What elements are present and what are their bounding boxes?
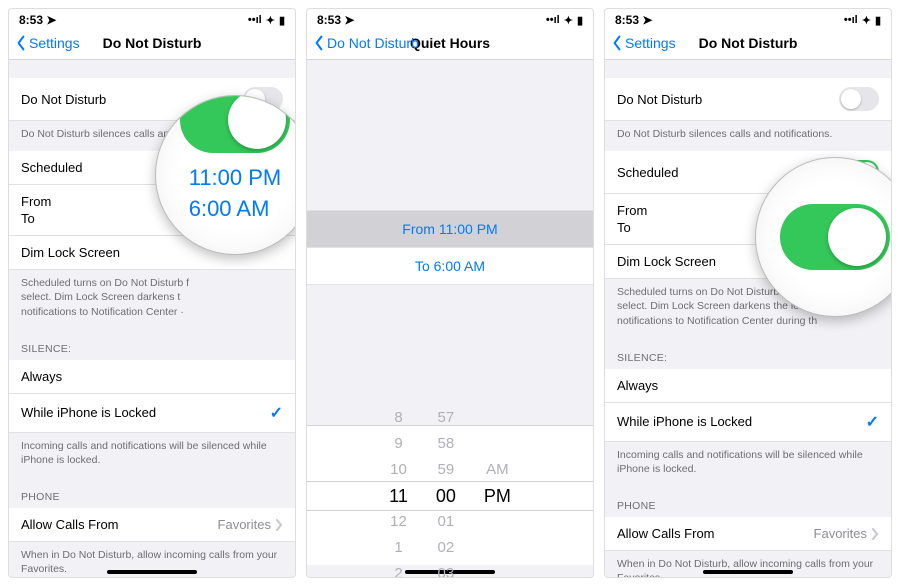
status-bar: 8:53 ➤ ••ıl ✦ ▮ (307, 9, 593, 29)
status-right: ••ıl ✦ ▮ (844, 14, 881, 27)
from-label: From (617, 203, 647, 218)
quiet-hours-to[interactable]: To 6:00 AM (307, 248, 593, 285)
back-button[interactable]: Settings (15, 35, 80, 51)
back-button[interactable]: Do Not Disturb (313, 35, 419, 51)
wifi-icon: ✦ (564, 14, 573, 27)
quiet-hours-from[interactable]: From 11:00 PM (307, 210, 593, 248)
silence-header: SILENCE: (9, 329, 295, 360)
wifi-icon: ✦ (862, 14, 871, 27)
dim-label: Dim Lock Screen (617, 254, 716, 269)
to-label: To (21, 211, 51, 226)
dnd-toggle[interactable] (839, 87, 879, 111)
time-picker[interactable]: 8 9 10 11 12 1 2 57 58 59 00 01 02 03 AM… (307, 425, 593, 565)
while-locked-label: While iPhone is Locked (21, 405, 156, 420)
signal-icon: ••ıl (248, 14, 262, 26)
phone-header: PHONE (9, 477, 295, 508)
scheduled-label: Scheduled (617, 165, 678, 180)
status-time: 8:53 (19, 13, 43, 27)
wifi-icon: ✦ (266, 14, 275, 27)
scheduled-label: Scheduled (21, 160, 82, 175)
dnd-label: Do Not Disturb (21, 92, 106, 107)
silence-header: SILENCE: (605, 338, 891, 369)
battery-icon: ▮ (577, 14, 583, 27)
location-icon: ➤ (46, 13, 56, 27)
back-label: Settings (625, 35, 676, 51)
row-while-locked[interactable]: While iPhone is Locked ✓ (605, 403, 891, 442)
allow-calls-label: Allow Calls From (617, 526, 715, 541)
home-indicator[interactable] (107, 570, 197, 574)
screen-dnd-2: 8:53 ➤ ••ıl ✦ ▮ Settings Do Not Disturb Do… (604, 8, 892, 578)
big-dim-toggle (780, 204, 890, 270)
big-scheduled-toggle (180, 95, 290, 153)
dnd-label: Do Not Disturb (617, 92, 702, 107)
picker-mins[interactable]: 57 58 59 00 01 02 03 (422, 405, 470, 578)
battery-icon: ▮ (279, 14, 285, 27)
signal-icon: ••ıl (546, 14, 560, 26)
battery-icon: ▮ (875, 14, 881, 27)
row-while-locked[interactable]: While iPhone is Locked ✓ (9, 394, 295, 433)
chevron-left-icon (313, 35, 325, 51)
location-icon: ➤ (642, 13, 652, 27)
back-button[interactable]: Settings (611, 35, 676, 51)
row-dnd-toggle[interactable]: Do Not Disturb (605, 78, 891, 121)
status-time: 8:53 (615, 13, 639, 27)
chevron-left-icon (15, 35, 27, 51)
mag-from-time: 11:00 PM (189, 163, 282, 194)
home-indicator[interactable] (703, 570, 793, 574)
allow-calls-value: Favorites (218, 517, 271, 532)
allow-calls-label: Allow Calls From (21, 517, 119, 532)
allow-calls-value: Favorites (814, 526, 867, 541)
navbar: Settings Do Not Disturb (605, 29, 891, 60)
chevron-left-icon (611, 35, 623, 51)
dim-label: Dim Lock Screen (21, 245, 120, 260)
silence-footer: Incoming calls and notifications will be… (605, 442, 891, 486)
row-allow-calls[interactable]: Allow Calls From Favorites (605, 517, 891, 551)
row-always[interactable]: Always (605, 369, 891, 403)
chevron-right-icon (275, 519, 283, 531)
check-icon: ✓ (270, 403, 283, 423)
status-bar: 8:53 ➤ ••ıl ✦ ▮ (605, 9, 891, 29)
phone-header: PHONE (605, 486, 891, 517)
to-label: To (617, 220, 647, 235)
row-always[interactable]: Always (9, 360, 295, 394)
navbar: Do Not Disturb Quiet Hours (307, 29, 593, 60)
silence-footer: Incoming calls and notifications will be… (9, 433, 295, 477)
chevron-right-icon (871, 528, 879, 540)
sched-footer: Scheduled turns on Do Not Disturb fselec… (9, 270, 295, 329)
from-label: From (21, 194, 51, 209)
location-icon: ➤ (344, 13, 354, 27)
status-right: ••ıl ✦ ▮ (546, 14, 583, 27)
picker-hours[interactable]: 8 9 10 11 12 1 2 (375, 405, 422, 578)
content: From 11:00 PM To 6:00 AM 8 9 10 11 12 1 … (307, 60, 593, 577)
while-locked-label: While iPhone is Locked (617, 414, 752, 429)
content: Do Not Disturb Do Not Disturb silences c… (605, 60, 891, 577)
signal-icon: ••ıl (844, 14, 858, 26)
status-bar: 8:53 ➤ ••ıl ✦ ▮ (9, 9, 295, 29)
status-right: ••ıl ✦ ▮ (248, 14, 285, 27)
always-label: Always (21, 369, 62, 384)
back-label: Do Not Disturb (327, 35, 419, 51)
picker-ampm[interactable]: AM PM (470, 457, 525, 535)
status-time: 8:53 (317, 13, 341, 27)
navbar: Settings Do Not Disturb (9, 29, 295, 60)
screen-quiet-hours: 8:53 ➤ ••ıl ✦ ▮ Do Not Disturb Quiet Hours… (306, 8, 594, 578)
mag-to-time: 6:00 AM (189, 194, 282, 225)
dnd-footer: Do Not Disturb silences calls and notifi… (605, 121, 891, 151)
screen-dnd-1: 8:53 ➤ ••ıl ✦ ▮ Settings Do Not Disturb Do… (8, 8, 296, 578)
check-icon: ✓ (866, 412, 879, 432)
row-allow-calls[interactable]: Allow Calls From Favorites (9, 508, 295, 542)
back-label: Settings (29, 35, 80, 51)
always-label: Always (617, 378, 658, 393)
